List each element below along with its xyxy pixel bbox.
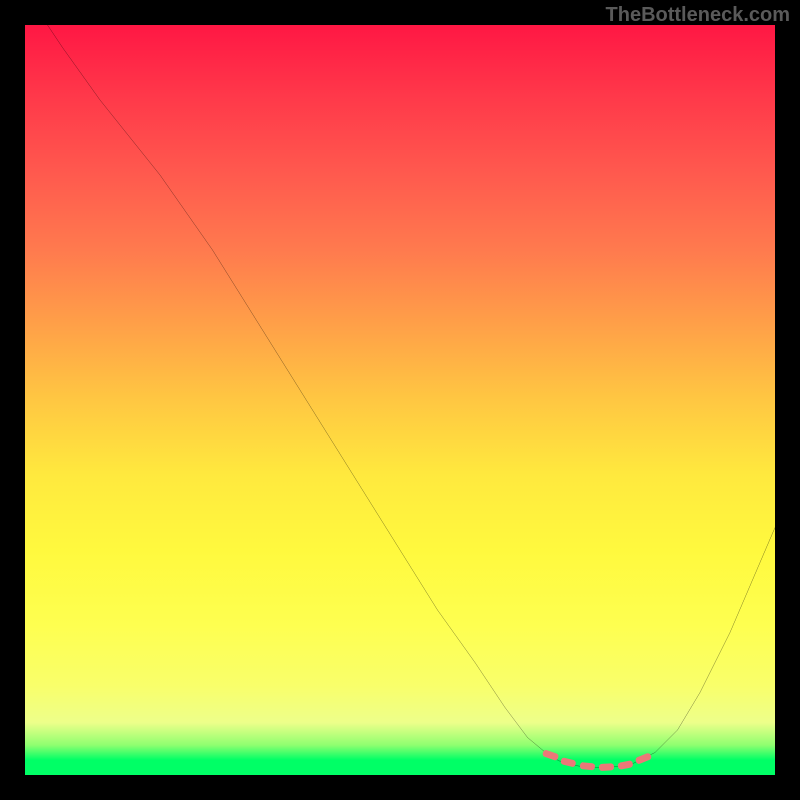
highlight-segment — [580, 762, 596, 770]
highlight-segments — [25, 25, 775, 775]
highlight-segment — [541, 749, 558, 761]
highlight-segment — [599, 763, 614, 771]
highlight-segment — [617, 760, 633, 770]
watermark-text: TheBottleneck.com — [606, 4, 790, 27]
plot-area — [25, 25, 775, 775]
highlight-segment — [560, 757, 577, 768]
highlight-segment — [635, 752, 653, 764]
